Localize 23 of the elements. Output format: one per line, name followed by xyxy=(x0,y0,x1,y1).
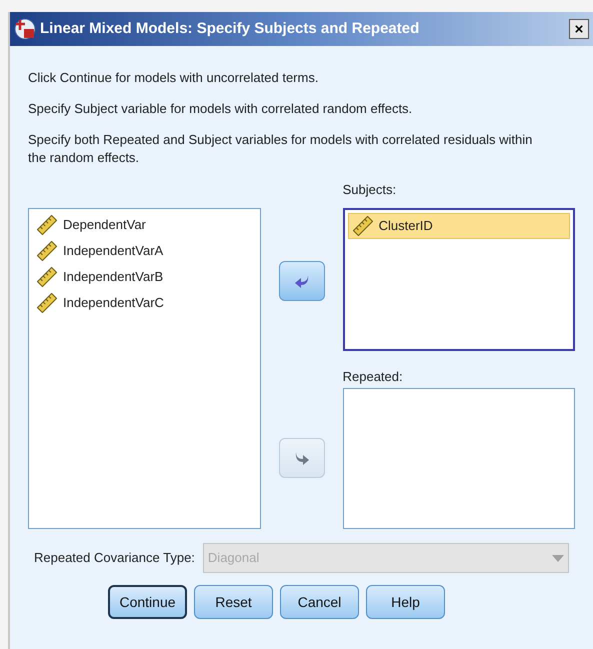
instruction-text: Specify Subject variable for models with correlated random effects. xyxy=(28,100,414,118)
window-title: Linear Mixed Models: Specify Subjects and Repeated xyxy=(40,18,420,39)
variable-list[interactable]: DependentVar IndependentVarA IndependentVarB IndependentVarC xyxy=(28,208,261,529)
dialog-button[interactable]: Continue xyxy=(108,585,187,619)
close-button[interactable]: × xyxy=(569,19,589,39)
variable-item[interactable]: IndependentVarB xyxy=(32,264,257,290)
covariance-label: Repeated Covariance Type: xyxy=(34,549,195,568)
dropdown-arrow-icon xyxy=(552,554,564,562)
variable-item[interactable]: IndependentVarA xyxy=(32,238,257,264)
dialog-button[interactable]: Reset xyxy=(194,585,273,619)
variable-item[interactable]: IndependentVarC xyxy=(32,290,257,316)
instruction-text: Specify both Repeated and Subject variables for models with correlated residuals within the random effects. xyxy=(28,131,534,167)
variable-item[interactable]: DependentVar xyxy=(32,212,257,238)
move-button[interactable] xyxy=(278,261,325,301)
repeated-label: Repeated: xyxy=(342,368,404,385)
dialog-button[interactable]: Cancel xyxy=(280,585,359,619)
dialog-button[interactable]: Help xyxy=(366,585,445,619)
repeated-list[interactable] xyxy=(342,388,575,529)
variable-item[interactable]: ClusterID xyxy=(348,213,570,239)
subjects-list[interactable]: ClusterID xyxy=(342,208,575,351)
subjects-label: Subjects: xyxy=(342,181,398,198)
instruction-text: Click Continue for models with uncorrelated terms. xyxy=(28,69,320,87)
app-icon xyxy=(14,18,36,40)
